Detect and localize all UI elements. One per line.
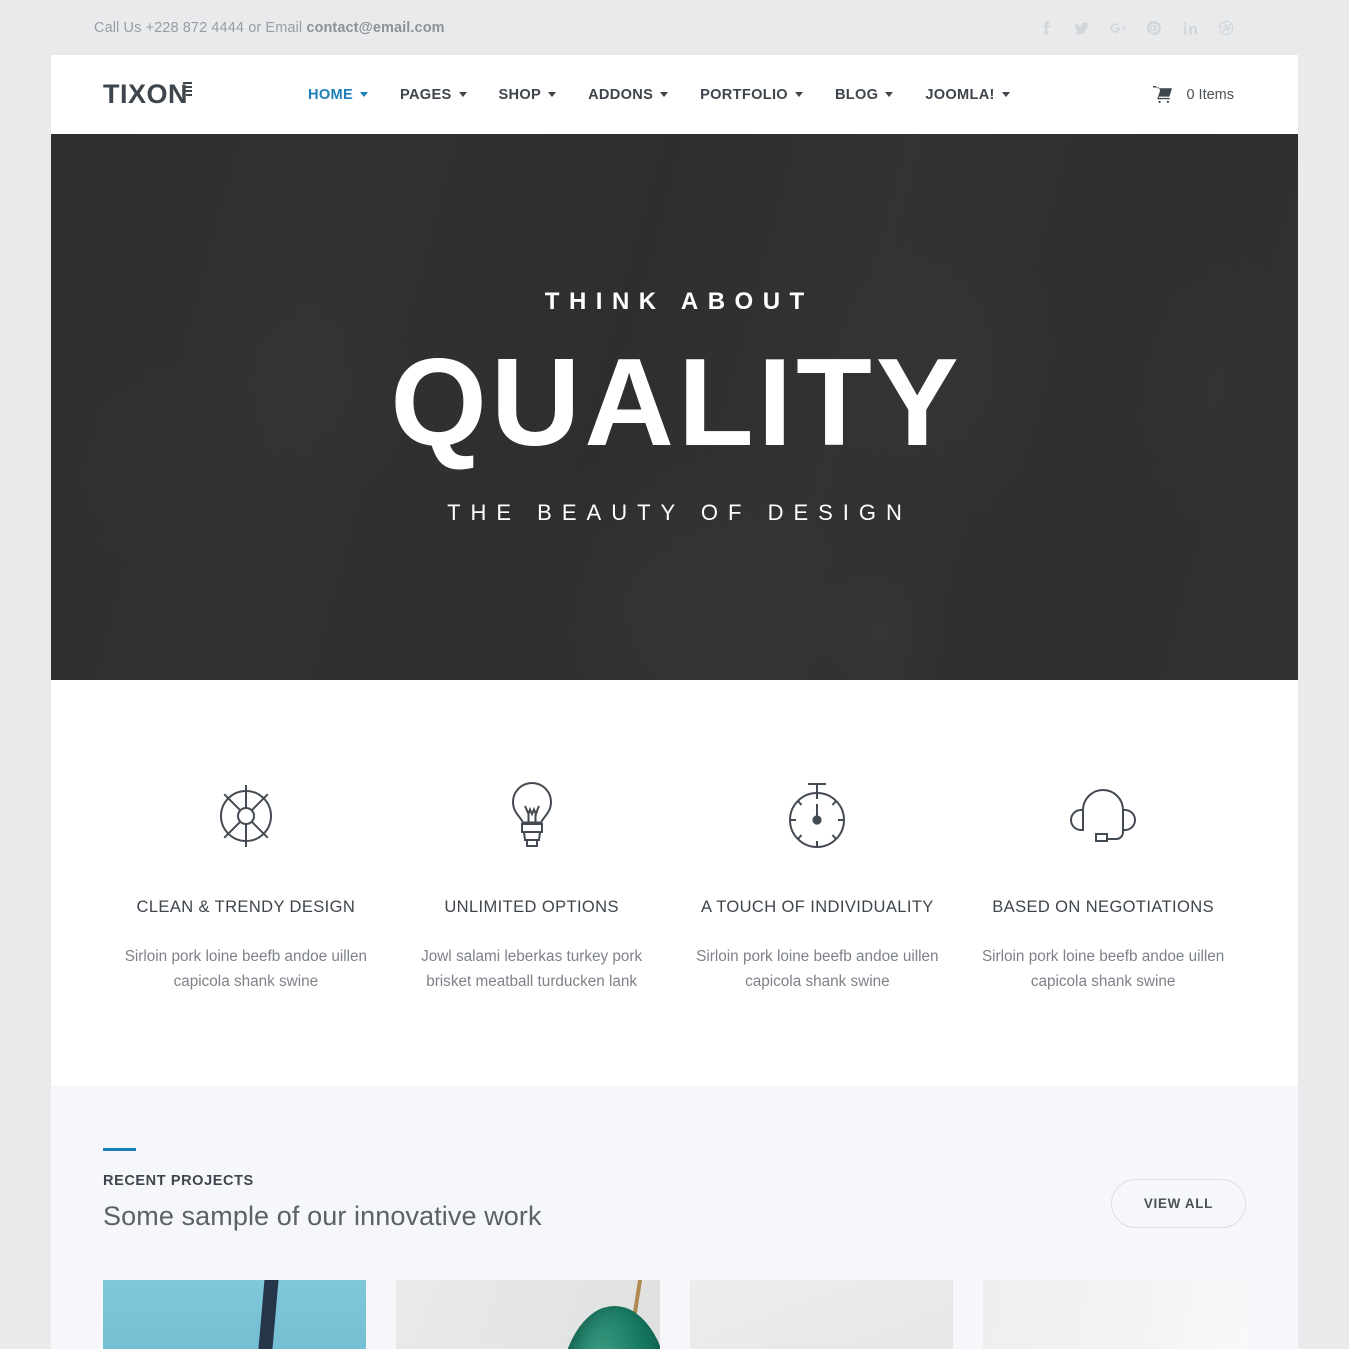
feature-description: Sirloin pork loine beefb andoe uillen ca… bbox=[981, 948, 1225, 991]
logo-mark-icon bbox=[183, 82, 193, 97]
main-nav: HOME PAGES SHOP ADDONS PORTFOLIO BLOG JO… bbox=[292, 87, 1026, 103]
email-address[interactable]: contact@email.com bbox=[306, 20, 444, 36]
chevron-down-icon bbox=[660, 92, 669, 97]
chevron-down-icon bbox=[885, 92, 894, 97]
nav-label: PORTFOLIO bbox=[700, 86, 788, 103]
section-title: Some sample of our innovative work bbox=[103, 1201, 542, 1232]
nav-label: HOME bbox=[308, 86, 353, 103]
facebook-icon[interactable] bbox=[1038, 20, 1054, 36]
chevron-down-icon bbox=[360, 92, 368, 97]
feature-item: CLEAN & TRENDY DESIGN Sirloin pork loine… bbox=[103, 778, 389, 994]
nav-label: BLOG bbox=[834, 86, 879, 103]
chevron-down-icon bbox=[1001, 92, 1010, 97]
feature-item: BASED ON NEGOTIATIONS Sirloin pork loine… bbox=[960, 778, 1246, 994]
nav-item-pages[interactable]: PAGES bbox=[384, 87, 483, 103]
features-section: CLEAN & TRENDY DESIGN Sirloin pork loine… bbox=[51, 680, 1298, 1087]
linkedin-icon[interactable] bbox=[1182, 20, 1198, 36]
accent-divider bbox=[103, 1148, 136, 1152]
feature-item: UNLIMITED OPTIONS Jowl salami leberkas t… bbox=[389, 778, 675, 994]
feature-description: Jowl salami leberkas turkey pork brisket… bbox=[421, 948, 643, 991]
hero-kicker: THINK ABOUT bbox=[544, 288, 814, 316]
contact-info: Call Us +228 872 4444 or Email contact@e… bbox=[94, 20, 445, 36]
twitter-icon[interactable] bbox=[1074, 20, 1090, 36]
nav-item-addons[interactable]: ADDONS bbox=[572, 87, 684, 103]
page-root: Call Us +228 872 4444 or Email contact@e… bbox=[0, 0, 1349, 1349]
chevron-down-icon bbox=[458, 92, 467, 97]
feature-title: BASED ON NEGOTIATIONS bbox=[992, 898, 1214, 916]
nav-item-joomla[interactable]: JOOMLA! bbox=[909, 87, 1025, 103]
nav-item-shop[interactable]: SHOP bbox=[483, 87, 573, 103]
hero-banner: THINK ABOUT QUALITY THE BEAUTY OF DESIGN bbox=[51, 134, 1298, 680]
feature-description: Sirloin pork loine beefb andoe uillen ca… bbox=[124, 948, 368, 991]
email-label: Email bbox=[265, 19, 303, 36]
view-all-button[interactable]: VIEW ALL bbox=[1110, 1179, 1246, 1229]
call-us-label: Call Us bbox=[94, 19, 142, 36]
feature-description: Sirloin pork loine beefb andoe uillen ca… bbox=[696, 948, 939, 991]
google-plus-icon[interactable] bbox=[1110, 20, 1126, 36]
hero-title: QUALITY bbox=[390, 334, 963, 473]
cart-button[interactable]: 0 Items bbox=[1153, 86, 1248, 103]
nav-label: ADDONS bbox=[588, 86, 654, 103]
hero-subtitle: THE BEAUTY OF DESIGN bbox=[447, 499, 912, 525]
logo-text: TIXON bbox=[103, 79, 189, 109]
nav-item-home[interactable]: HOME bbox=[292, 87, 384, 103]
feature-title: A TOUCH OF INDIVIDUALITY bbox=[701, 898, 934, 916]
ship-wheel-icon bbox=[117, 778, 375, 854]
lightbulb-icon bbox=[403, 778, 661, 854]
recent-projects-section: RECENT PROJECTS Some sample of our innov… bbox=[51, 1086, 1298, 1349]
project-image bbox=[396, 1280, 660, 1349]
nav-item-blog[interactable]: BLOG bbox=[819, 87, 909, 103]
project-image bbox=[982, 1280, 1246, 1349]
project-thumb-plain-wall[interactable] bbox=[689, 1280, 953, 1349]
feature-item: A TOUCH OF INDIVIDUALITY Sirloin pork lo… bbox=[675, 778, 961, 994]
social-links bbox=[1038, 20, 1234, 36]
nav-label: PAGES bbox=[400, 86, 452, 103]
projects-grid bbox=[103, 1280, 1246, 1349]
site-shell: TIXON HOME PAGES SHOP ADDONS PORTFOLIO B… bbox=[51, 55, 1298, 1349]
dribbble-icon[interactable] bbox=[1218, 20, 1234, 36]
phone-number[interactable]: +228 872 4444 bbox=[146, 20, 244, 36]
project-thumb-green-pendant[interactable] bbox=[396, 1280, 660, 1349]
feature-title: CLEAN & TRENDY DESIGN bbox=[136, 898, 356, 916]
logo[interactable]: TIXON bbox=[103, 79, 193, 109]
section-header: RECENT PROJECTS Some sample of our innov… bbox=[103, 1148, 1246, 1280]
section-eyebrow: RECENT PROJECTS bbox=[103, 1173, 254, 1190]
chevron-down-icon bbox=[548, 92, 557, 97]
nav-label: JOOMLA! bbox=[925, 86, 995, 103]
pinterest-icon[interactable] bbox=[1146, 20, 1162, 36]
shopping-cart-icon bbox=[1153, 86, 1173, 103]
cart-items-label: 0 Items bbox=[1186, 86, 1234, 103]
stopwatch-icon bbox=[689, 778, 947, 854]
nav-item-portfolio[interactable]: PORTFOLIO bbox=[684, 87, 819, 103]
nav-label: SHOP bbox=[498, 86, 542, 103]
project-thumb-streetlamp[interactable] bbox=[103, 1280, 367, 1349]
feature-title: UNLIMITED OPTIONS bbox=[444, 898, 619, 916]
section-header-text: RECENT PROJECTS Some sample of our innov… bbox=[103, 1148, 1111, 1232]
project-thumb-bird[interactable] bbox=[982, 1280, 1246, 1349]
project-image bbox=[689, 1280, 953, 1349]
top-bar: Call Us +228 872 4444 or Email contact@e… bbox=[0, 0, 1349, 55]
site-header: TIXON HOME PAGES SHOP ADDONS PORTFOLIO B… bbox=[51, 55, 1298, 134]
headset-icon bbox=[974, 778, 1232, 854]
chevron-down-icon bbox=[794, 92, 803, 97]
project-image bbox=[103, 1280, 367, 1349]
hero-content: THINK ABOUT QUALITY THE BEAUTY OF DESIGN bbox=[51, 134, 1298, 680]
or-label: or bbox=[248, 19, 262, 36]
